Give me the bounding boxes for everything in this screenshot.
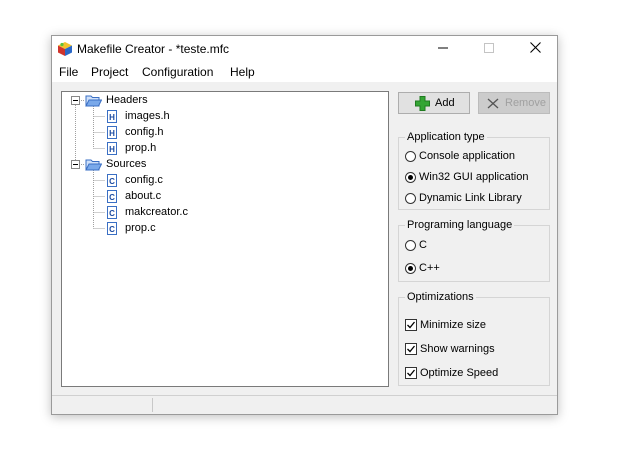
radio-win32-gui-application[interactable]: Win32 GUI application	[405, 169, 528, 185]
optimizations-title: Optimizations	[405, 291, 476, 303]
radio-c[interactable]: C	[405, 237, 427, 253]
remove-button[interactable]: Remove	[478, 92, 550, 114]
checkmark-icon	[405, 367, 417, 379]
svg-text:C: C	[109, 177, 115, 186]
source-file-icon: C	[107, 222, 117, 238]
svg-text:C: C	[109, 225, 115, 234]
tree-item[interactable]: about.c	[125, 190, 161, 202]
svg-text:C: C	[109, 193, 115, 202]
checkbox-show-warnings[interactable]: Show warnings	[405, 341, 495, 357]
app-window: Makefile Creator - *teste.mfc File Proje…	[51, 35, 558, 415]
checkbox-label: Minimize size	[420, 319, 487, 331]
source-file-icon: C	[107, 190, 117, 206]
optimizations-group: Optimizations Minimize size Show warning…	[398, 291, 550, 386]
title-bar[interactable]: Makefile Creator - *teste.mfc	[52, 36, 557, 62]
menu-file[interactable]: File	[59, 65, 78, 79]
header-file-icon: H	[107, 142, 117, 158]
add-button[interactable]: Add	[398, 92, 470, 114]
radio-indicator	[405, 150, 416, 162]
tree-item[interactable]: prop.h	[125, 142, 156, 154]
window-title: Makefile Creator - *teste.mfc	[77, 42, 230, 56]
add-button-label: Add	[435, 97, 455, 109]
source-file-icon: C	[107, 206, 117, 222]
tree-group-headers[interactable]: Headers	[106, 94, 148, 106]
radio-console-application[interactable]: Console application	[405, 148, 515, 164]
checkmark-icon	[405, 343, 417, 355]
maximize-button	[466, 36, 512, 62]
radio-indicator	[405, 192, 416, 204]
tree-expander-headers[interactable]	[71, 96, 80, 105]
header-file-icon: H	[107, 126, 117, 142]
minimize-icon	[438, 42, 448, 56]
tree-item[interactable]: config.c	[125, 174, 163, 186]
close-button[interactable]	[512, 36, 558, 62]
svg-text:H: H	[109, 113, 115, 122]
cube-app-icon	[57, 41, 73, 57]
close-icon	[529, 42, 541, 56]
radio-label: Win32 GUI application	[419, 171, 529, 183]
radio-cpp[interactable]: C++	[405, 260, 440, 276]
svg-text:C: C	[109, 209, 115, 218]
application-type-title: Application type	[405, 131, 487, 143]
maximize-icon	[484, 42, 494, 56]
radio-label: Dynamic Link Library	[419, 192, 522, 204]
status-bar	[52, 395, 557, 414]
programming-language-title: Programing language	[405, 219, 515, 231]
tree-group-sources[interactable]: Sources	[106, 158, 146, 170]
radio-label: Console application	[419, 150, 516, 162]
radio-indicator	[405, 239, 416, 251]
remove-button-label: Remove	[505, 97, 546, 109]
checkbox-optimize-speed[interactable]: Optimize Speed	[405, 365, 498, 381]
plus-icon	[415, 96, 430, 114]
folder-open-icon	[85, 94, 103, 110]
file-tree[interactable]: Headers H images.h H config.h H prop.h S…	[61, 91, 389, 387]
x-icon	[487, 98, 499, 112]
menu-bar: File Project Configuration Help	[52, 62, 557, 82]
tree-item[interactable]: makcreator.c	[125, 206, 188, 218]
header-file-icon: H	[107, 110, 117, 126]
radio-label: C	[419, 239, 427, 251]
source-file-icon: C	[107, 174, 117, 190]
radio-label: C++	[419, 262, 440, 274]
menu-help[interactable]: Help	[230, 65, 255, 79]
checkbox-minimize-size[interactable]: Minimize size	[405, 317, 486, 333]
svg-text:H: H	[109, 129, 115, 138]
tree-item[interactable]: config.h	[125, 126, 164, 138]
programming-language-group: Programing language C C++	[398, 219, 550, 282]
menu-project[interactable]: Project	[91, 65, 128, 79]
tree-item[interactable]: prop.c	[125, 222, 156, 234]
checkbox-label: Optimize Speed	[420, 367, 499, 379]
status-pane-1	[52, 398, 153, 412]
radio-indicator	[405, 171, 416, 183]
checkmark-icon	[405, 319, 417, 331]
radio-dynamic-link-library[interactable]: Dynamic Link Library	[405, 190, 522, 206]
svg-text:H: H	[109, 145, 115, 154]
application-type-group: Application type Console application Win…	[398, 131, 550, 210]
minimize-button[interactable]	[420, 36, 466, 62]
tree-item[interactable]: images.h	[125, 110, 170, 122]
menu-configuration[interactable]: Configuration	[142, 65, 213, 79]
radio-indicator	[405, 262, 416, 274]
checkbox-label: Show warnings	[420, 343, 495, 355]
tree-expander-sources[interactable]	[71, 160, 80, 169]
folder-open-icon	[85, 158, 103, 174]
